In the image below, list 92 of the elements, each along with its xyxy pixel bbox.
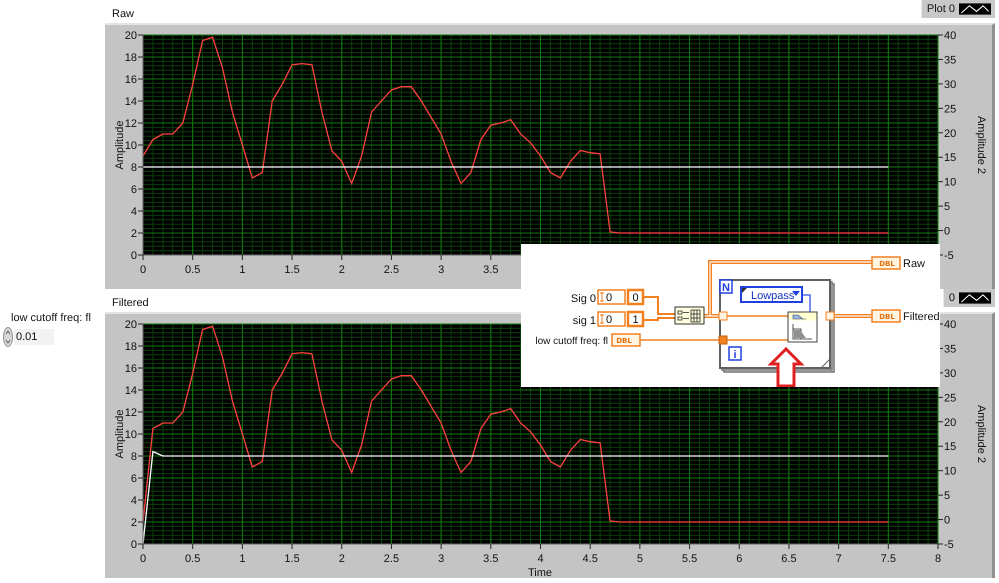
plot-legend[interactable]: Plot 0 [920, 0, 995, 18]
legend-label: 0 [948, 292, 955, 304]
axis-tick-label: 40 [944, 30, 956, 42]
axis-title: Amplitude 2 [975, 116, 987, 174]
graph-title: Raw [112, 8, 134, 20]
axis-tick-label: 14 [124, 385, 137, 397]
axis-tick-label: 0.5 [185, 553, 200, 565]
axis-tick-label: 2.5 [384, 264, 400, 276]
axis-tick-label: 7 [836, 553, 842, 565]
axis-tick-label: 10 [124, 429, 137, 441]
axis-tick-label: 6 [130, 184, 137, 196]
graph-title: Filtered [112, 297, 149, 309]
axis-tick-label: 16 [124, 363, 137, 375]
axis-tick-label: 18 [124, 341, 137, 353]
axis-tick-label: 4.5 [582, 553, 598, 565]
axis-tick-label: 10 [944, 466, 956, 478]
axis-tick-label: 3.5 [483, 553, 498, 565]
plot-legend[interactable]: 0 [942, 289, 995, 307]
control-label: sig 1 [572, 315, 596, 327]
axis-tick-label: 16 [124, 74, 137, 86]
axis-tick-label: 20 [124, 319, 137, 331]
axis-tick-label: 25 [944, 392, 956, 404]
axis-tick-label: 5 [944, 490, 950, 502]
axis-tick-label: 1 [239, 553, 246, 565]
axis-tick-label: 14 [124, 96, 137, 108]
axis-tick-label: 7.5 [880, 553, 896, 565]
axis-tick-label: 0 [944, 226, 950, 238]
axis-tick-label: 10 [944, 176, 956, 189]
axis-tick-label: 1.5 [284, 553, 300, 565]
axis-tick-label: 10 [124, 140, 137, 152]
axis-tick-label: 5.5 [682, 553, 698, 565]
axis-tick-label: 0 [140, 264, 146, 276]
axis-title: Amplitude [114, 120, 126, 170]
axis-tick-label: 30 [944, 368, 956, 380]
axis-tick-label: 6.5 [781, 553, 797, 565]
axis-tick-label: 3.5 [483, 264, 498, 276]
axis-tick-label: 12 [124, 407, 137, 419]
indicator-label: Raw [903, 258, 926, 270]
axis-tick-label: 1 [239, 264, 246, 276]
axis-tick-label: 3 [438, 553, 444, 565]
axis-tick-label: 8 [934, 553, 942, 565]
axis-tick-label: 4 [130, 206, 137, 218]
axis-tick-label: 20 [944, 416, 956, 429]
axis-tick-label: 25 [944, 103, 956, 116]
axis-tick-label: 0 [130, 539, 137, 551]
axis-tick-label: 2 [130, 517, 137, 529]
axis-tick-label: 20 [124, 30, 137, 42]
axis-tick-label: 18 [124, 52, 137, 64]
axis-tick-label: 6 [736, 553, 742, 565]
axis-tick-label: 2 [338, 553, 345, 565]
axis-tick-label: 40 [944, 319, 956, 331]
axis-tick-label: 6 [130, 473, 137, 485]
axis-title: Amplitude [114, 410, 126, 458]
axis-tick-label: 5 [944, 201, 950, 214]
axis-tick-label: -5 [944, 539, 954, 551]
numeric-field[interactable]: 0.01 [14, 329, 54, 345]
axis-tick-label: -5 [944, 250, 954, 262]
axis-title: Time [528, 567, 552, 579]
axis-tick-label: 30 [944, 78, 956, 91]
control-label: low cutoff freq: fl [535, 336, 608, 347]
control-label: Sig 0 [570, 293, 596, 305]
axis-tick-label: 1.5 [284, 264, 300, 276]
control-value: 0 [606, 292, 612, 304]
ring-value: Lowpass [751, 290, 794, 302]
axis-tick-label: 2.5 [384, 553, 400, 565]
axis-tick-label: 4 [537, 553, 544, 565]
axis-tick-label: 35 [944, 54, 956, 66]
axis-tick-label: 2 [130, 228, 137, 240]
axis-tick-label: 4 [130, 495, 137, 507]
count-label: N [722, 282, 730, 294]
control-value: 0 [606, 314, 612, 326]
axis-tick-label: 12 [124, 118, 137, 130]
axis-title: Amplitude 2 [975, 404, 987, 464]
axis-tick-label: 15 [944, 152, 956, 164]
axis-tick-label: 0.5 [185, 264, 200, 276]
axis-tick-label: 3 [438, 264, 444, 276]
indicator-value: 1 [632, 314, 639, 326]
axis-tick-label: 20 [944, 128, 956, 140]
axis-tick-label: 15 [944, 441, 956, 454]
axis-tick-label: 2 [338, 264, 345, 276]
control-label: low cutoff freq: fl [10, 312, 92, 324]
axis-tick-label: 0 [140, 553, 146, 565]
iteration-label: i [733, 349, 737, 361]
axis-tick-label: 8 [130, 451, 137, 463]
indicator-label: Filtered [903, 311, 940, 323]
axis-tick-label: 0 [130, 250, 137, 262]
axis-tick-label: 8 [130, 162, 137, 174]
axis-tick-label: 5 [636, 553, 643, 565]
axis-tick-label: 0 [944, 514, 950, 527]
axis-tick-label: 35 [944, 343, 956, 356]
legend-label: Plot 0 [926, 3, 955, 15]
indicator-value: 0 [632, 292, 639, 304]
